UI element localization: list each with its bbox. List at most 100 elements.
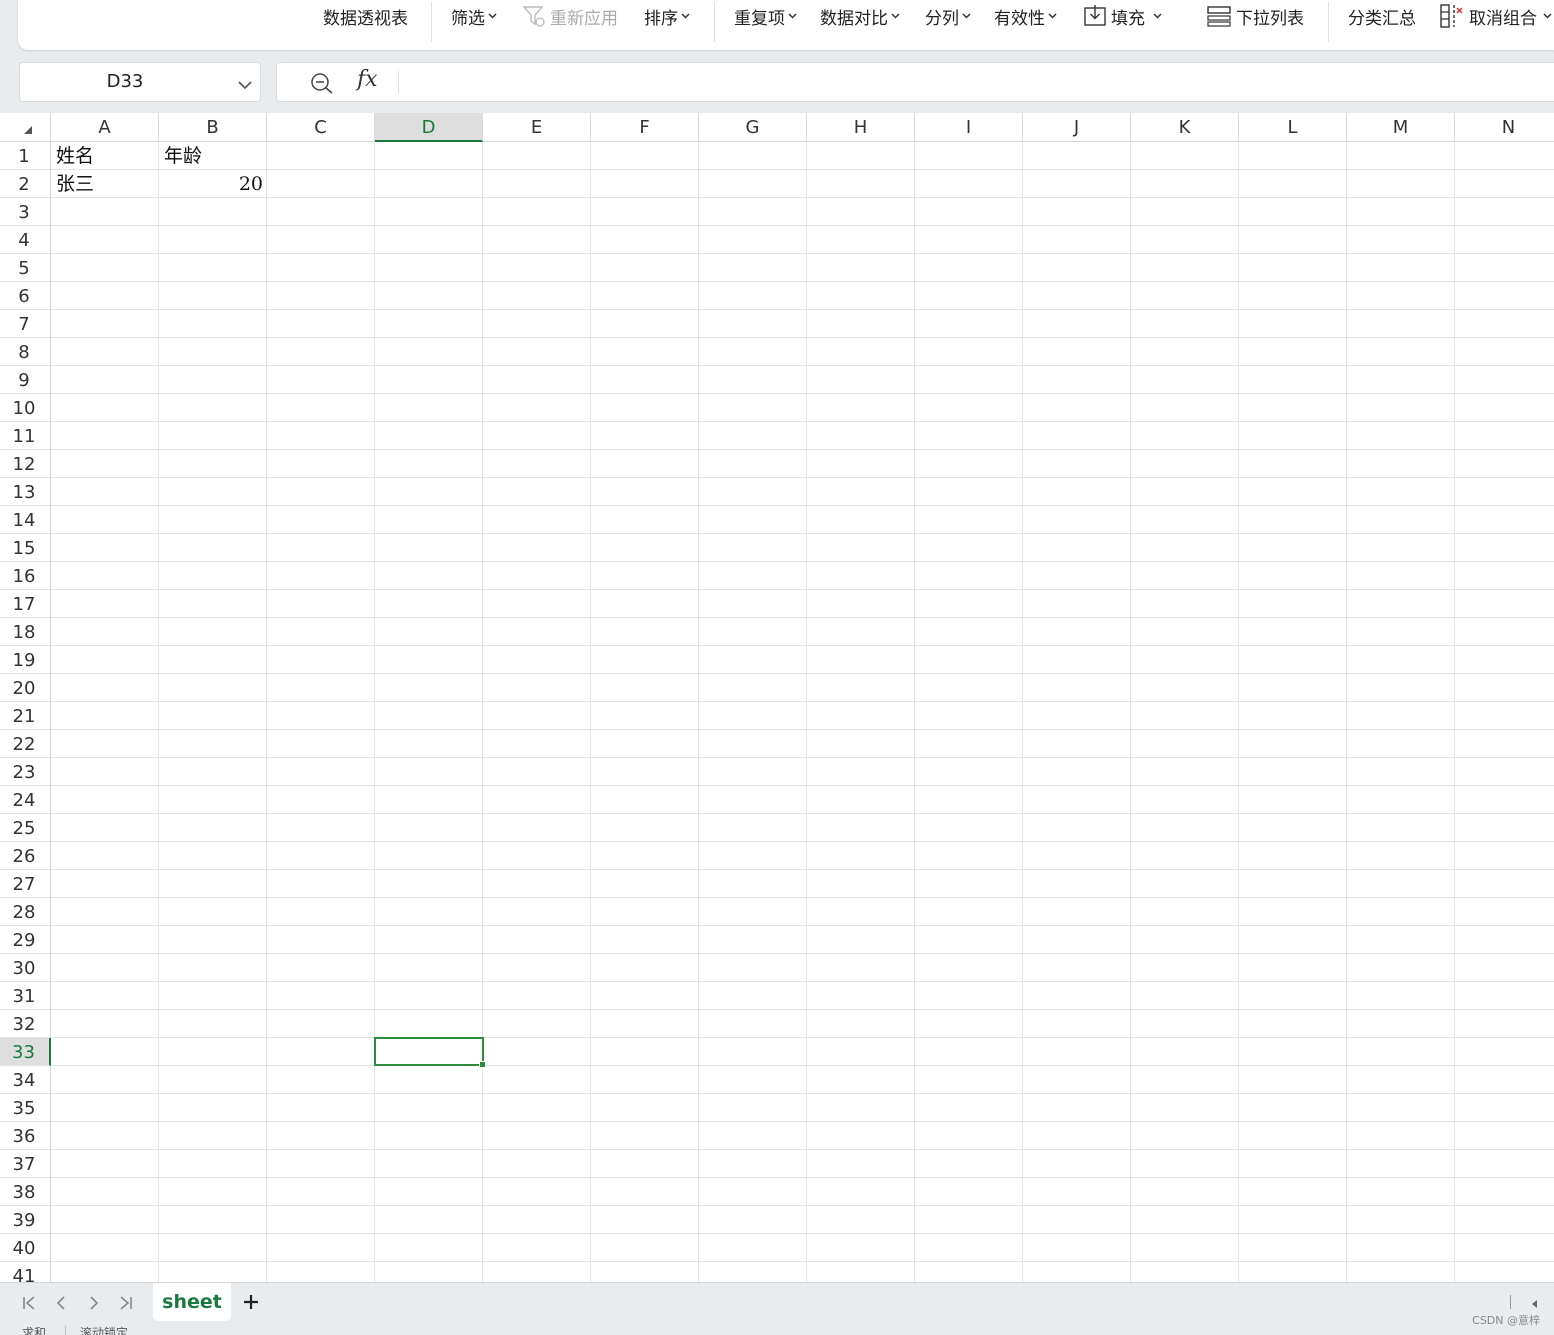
row-header-15[interactable]: 15	[0, 534, 51, 562]
ungroup-button[interactable]: 取消组合	[1439, 0, 1552, 32]
pivot-table-button[interactable]: 数据透视表	[323, 0, 408, 32]
row-header-35[interactable]: 35	[0, 1094, 51, 1122]
chevron-down-icon	[1048, 11, 1057, 22]
column-header-b[interactable]: B	[159, 113, 267, 142]
fill-button[interactable]: 填充	[1083, 0, 1162, 32]
next-sheet-icon[interactable]	[83, 1292, 105, 1314]
row-header-23[interactable]: 23	[0, 758, 51, 786]
cell-area[interactable]: 姓名 年龄 张三 20	[51, 142, 1554, 1282]
row-header-24[interactable]: 24	[0, 786, 51, 814]
row-header-1[interactable]: 1	[0, 142, 51, 170]
subtotal-button[interactable]: 分类汇总	[1348, 0, 1416, 32]
row-header-30[interactable]: 30	[0, 954, 51, 982]
row-header-40[interactable]: 40	[0, 1234, 51, 1262]
select-all-corner[interactable]	[0, 113, 51, 142]
ribbon-divider	[431, 2, 432, 42]
chevron-down-icon	[1153, 11, 1162, 22]
dropdown-list-button[interactable]: 下拉列表	[1206, 0, 1304, 32]
validation-button[interactable]: 有效性	[994, 0, 1057, 32]
row-header-28[interactable]: 28	[0, 898, 51, 926]
row-header-10[interactable]: 10	[0, 394, 51, 422]
sort-button[interactable]: 排序	[644, 0, 690, 32]
reapply-label: 重新应用	[550, 8, 618, 29]
row-header-2[interactable]: 2	[0, 170, 51, 198]
scrollbar-divider[interactable]	[1510, 1295, 1511, 1309]
row-header-16[interactable]: 16	[0, 562, 51, 590]
cell-a2[interactable]: 张三	[51, 170, 159, 197]
row-header-22[interactable]: 22	[0, 730, 51, 758]
prev-sheet-icon[interactable]	[50, 1292, 72, 1314]
row-header-7[interactable]: 7	[0, 310, 51, 338]
column-header-l[interactable]: L	[1239, 113, 1347, 142]
row-header-21[interactable]: 21	[0, 702, 51, 730]
row-header-41[interactable]: 41	[0, 1262, 51, 1282]
last-sheet-icon[interactable]	[115, 1292, 137, 1314]
row-header-13[interactable]: 13	[0, 478, 51, 506]
column-header-d[interactable]: D	[375, 113, 483, 142]
column-header-c[interactable]: C	[267, 113, 375, 142]
column-header-g[interactable]: G	[699, 113, 807, 142]
column-header-m[interactable]: M	[1347, 113, 1455, 142]
row-header-8[interactable]: 8	[0, 338, 51, 366]
data-compare-label: 数据对比	[820, 8, 888, 29]
split-columns-button[interactable]: 分列	[925, 0, 971, 32]
row-header-32[interactable]: 32	[0, 1010, 51, 1038]
ribbon-toolbar: 数据透视表 筛选 重新应用 排序 重复项 数据对比 分列 有效性 填充 下拉列表…	[18, 0, 1554, 50]
add-sheet-icon[interactable]	[240, 1291, 262, 1313]
row-header-6[interactable]: 6	[0, 282, 51, 310]
column-header-i[interactable]: I	[915, 113, 1023, 142]
column-header-e[interactable]: E	[483, 113, 591, 142]
row-header-26[interactable]: 26	[0, 842, 51, 870]
first-sheet-icon[interactable]	[18, 1292, 40, 1314]
row-header-4[interactable]: 4	[0, 226, 51, 254]
row-header-38[interactable]: 38	[0, 1178, 51, 1206]
sheet-tab-active[interactable]: sheet	[153, 1283, 231, 1321]
cell-a1[interactable]: 姓名	[51, 142, 159, 169]
row-header-18[interactable]: 18	[0, 618, 51, 646]
dropdown-list-label: 下拉列表	[1236, 8, 1304, 29]
row-header-20[interactable]: 20	[0, 674, 51, 702]
row-header-25[interactable]: 25	[0, 814, 51, 842]
row-header-14[interactable]: 14	[0, 506, 51, 534]
row-header-3[interactable]: 3	[0, 198, 51, 226]
row-header-31[interactable]: 31	[0, 982, 51, 1010]
function-icon[interactable]: fx	[357, 67, 378, 92]
row-header-36[interactable]: 36	[0, 1122, 51, 1150]
zoom-out-icon[interactable]	[310, 72, 334, 98]
active-cell-selection[interactable]	[374, 1037, 486, 1068]
cell-b2[interactable]: 20	[159, 170, 267, 197]
filter-label: 筛选	[451, 8, 485, 29]
row-header-27[interactable]: 27	[0, 870, 51, 898]
row-header-12[interactable]: 12	[0, 450, 51, 478]
row-header-33[interactable]: 33	[0, 1038, 51, 1066]
column-headers: ABCDEFGHIJKLMN	[51, 113, 1554, 142]
row-header-34[interactable]: 34	[0, 1066, 51, 1094]
fill-label: 填充	[1111, 8, 1145, 29]
row-header-17[interactable]: 17	[0, 590, 51, 618]
fill-handle[interactable]	[479, 1061, 486, 1068]
column-header-j[interactable]: J	[1023, 113, 1131, 142]
chevron-down-icon[interactable]	[238, 75, 252, 94]
row-header-39[interactable]: 39	[0, 1206, 51, 1234]
row-header-9[interactable]: 9	[0, 366, 51, 394]
column-header-n[interactable]: N	[1455, 113, 1554, 142]
reapply-button[interactable]: 重新应用	[522, 0, 618, 32]
column-header-a[interactable]: A	[51, 113, 159, 142]
column-header-f[interactable]: F	[591, 113, 699, 142]
filter-button[interactable]: 筛选	[451, 0, 497, 32]
name-box[interactable]: D33	[19, 62, 261, 102]
row-header-29[interactable]: 29	[0, 926, 51, 954]
data-compare-button[interactable]: 数据对比	[820, 0, 900, 32]
column-header-k[interactable]: K	[1131, 113, 1239, 142]
row-header-37[interactable]: 37	[0, 1150, 51, 1178]
column-header-h[interactable]: H	[807, 113, 915, 142]
cell-b1[interactable]: 年龄	[159, 142, 267, 169]
row-header-19[interactable]: 19	[0, 646, 51, 674]
select-all-icon	[24, 126, 32, 134]
status-scroll-lock[interactable]: 滚动锁定	[80, 1326, 128, 1335]
formula-input[interactable]	[407, 63, 1554, 101]
row-header-11[interactable]: 11	[0, 422, 51, 450]
row-header-5[interactable]: 5	[0, 254, 51, 282]
chevron-down-icon	[788, 11, 797, 22]
duplicates-button[interactable]: 重复项	[734, 0, 797, 32]
